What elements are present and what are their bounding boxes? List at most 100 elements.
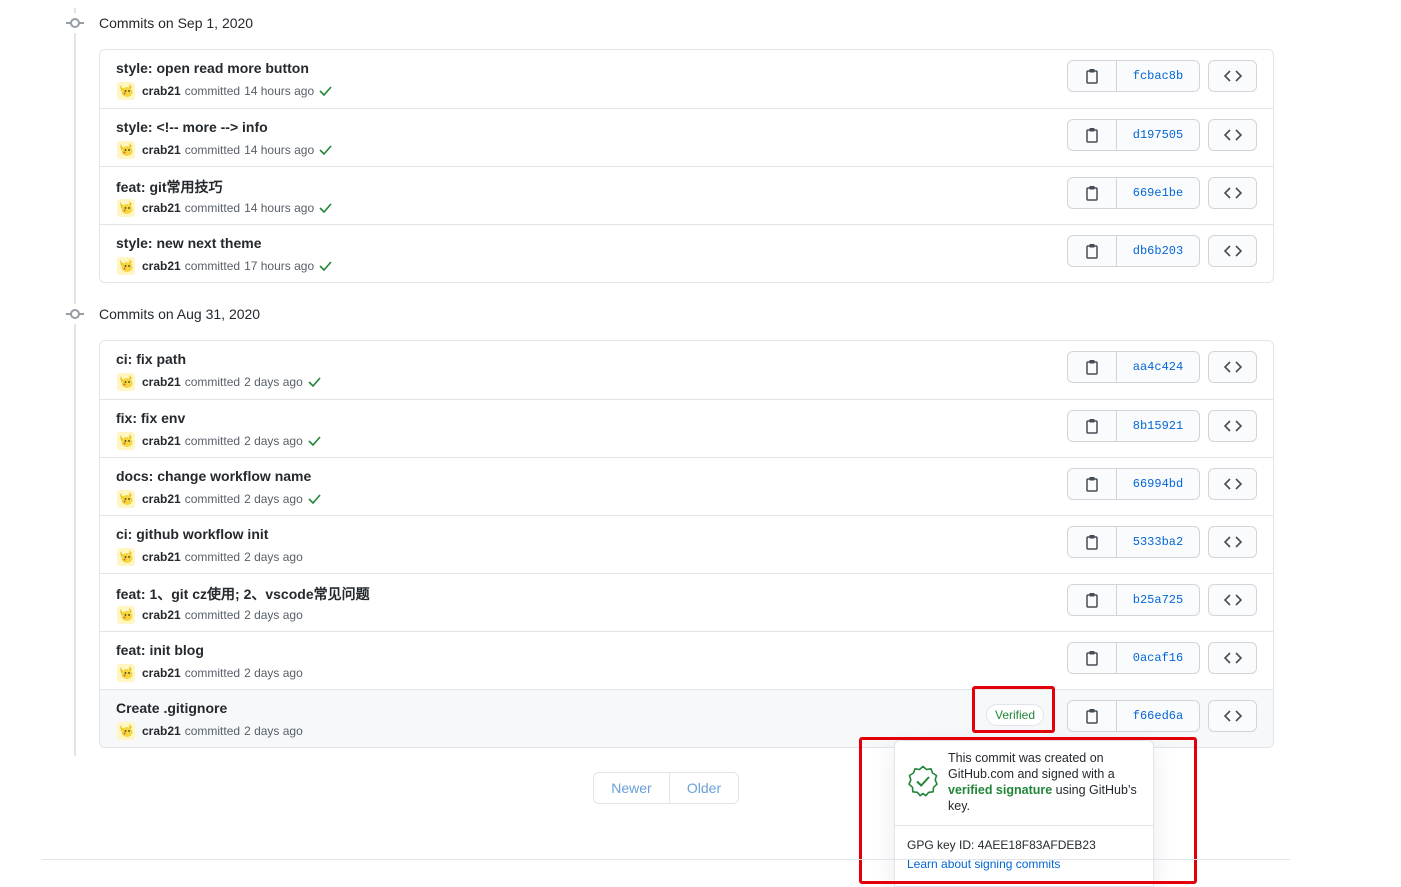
- browse-repo-button[interactable]: [1208, 235, 1257, 267]
- commit-author[interactable]: crab21: [142, 84, 181, 98]
- check-icon[interactable]: [308, 436, 321, 446]
- copy-sha-button[interactable]: [1068, 701, 1117, 731]
- copy-sha-button[interactable]: [1068, 643, 1117, 673]
- commit-author[interactable]: crab21: [142, 259, 181, 273]
- commit-title[interactable]: feat: init blog: [116, 642, 204, 658]
- browse-repo-button[interactable]: [1208, 468, 1257, 500]
- commit-title[interactable]: fix: fix env: [116, 410, 185, 426]
- avatar[interactable]: [117, 606, 135, 624]
- commit-sha-group: 8b15921: [1067, 410, 1200, 442]
- check-icon[interactable]: [319, 86, 332, 96]
- code-icon: [1223, 652, 1242, 664]
- commit-action: committed: [184, 434, 241, 448]
- code-icon: [1223, 187, 1242, 199]
- commit-title[interactable]: feat: 1、git cz使用; 2、vscode常见问题: [116, 584, 370, 604]
- avatar[interactable]: [117, 257, 135, 275]
- avatar[interactable]: [117, 199, 135, 217]
- commit-group-title: Commits on Aug 31, 2020: [99, 306, 261, 322]
- avatar[interactable]: [117, 373, 135, 391]
- newer-button[interactable]: Newer: [594, 773, 670, 803]
- code-icon: [1223, 536, 1242, 548]
- browse-repo-button[interactable]: [1208, 642, 1257, 674]
- code-icon: [1223, 478, 1242, 490]
- commit-author[interactable]: crab21: [142, 724, 181, 738]
- commit-group-title: Commits on Sep 1, 2020: [99, 15, 254, 31]
- browse-repo-button[interactable]: [1208, 700, 1257, 732]
- commit-title[interactable]: style: open read more button: [116, 60, 309, 76]
- commit-title[interactable]: style: new next theme: [116, 235, 262, 251]
- check-icon[interactable]: [319, 145, 332, 155]
- code-icon: [1223, 361, 1242, 373]
- copy-sha-button[interactable]: [1068, 120, 1117, 150]
- browse-repo-button[interactable]: [1208, 177, 1257, 209]
- check-icon[interactable]: [319, 203, 332, 213]
- commit-sha-link[interactable]: db6b203: [1117, 236, 1199, 266]
- commit-sha-link[interactable]: 8b15921: [1117, 411, 1199, 441]
- copy-sha-button[interactable]: [1068, 411, 1117, 441]
- copy-sha-button[interactable]: [1068, 178, 1117, 208]
- commit-sha-link[interactable]: 5333ba2: [1117, 527, 1199, 557]
- commit-sha-link[interactable]: 66994bd: [1117, 469, 1199, 499]
- pagination: Newer Older: [593, 772, 739, 804]
- commit-title[interactable]: docs: change workflow name: [116, 468, 311, 484]
- avatar[interactable]: [117, 722, 135, 740]
- commit-sha-link[interactable]: f66ed6a: [1117, 701, 1199, 731]
- commit-author[interactable]: crab21: [142, 666, 181, 680]
- browse-repo-button[interactable]: [1208, 584, 1257, 616]
- commit-sha-group: fcbac8b: [1067, 60, 1200, 92]
- commit-title[interactable]: Create .gitignore: [116, 700, 227, 716]
- check-icon[interactable]: [319, 261, 332, 271]
- commit-meta: crab21 committed 17 hours ago: [117, 257, 332, 275]
- commit-author[interactable]: crab21: [142, 550, 181, 564]
- commit-action: committed: [184, 608, 241, 622]
- browse-repo-button[interactable]: [1208, 410, 1257, 442]
- commit-title[interactable]: style: <!-- more --> info: [116, 119, 268, 135]
- clipboard-icon: [1086, 709, 1098, 724]
- browse-repo-button[interactable]: [1208, 526, 1257, 558]
- copy-sha-button[interactable]: [1068, 61, 1117, 91]
- avatar[interactable]: [117, 141, 135, 159]
- commit-time: 14 hours ago: [244, 84, 315, 98]
- commit-time: 2 days ago: [244, 608, 303, 622]
- check-icon[interactable]: [308, 377, 321, 387]
- avatar[interactable]: [117, 82, 135, 100]
- browse-repo-button[interactable]: [1208, 351, 1257, 383]
- commit-author[interactable]: crab21: [142, 201, 181, 215]
- avatar[interactable]: [117, 664, 135, 682]
- commit-sha-link[interactable]: fcbac8b: [1117, 61, 1199, 91]
- commit-sha-link[interactable]: d197505: [1117, 120, 1199, 150]
- commit-author[interactable]: crab21: [142, 608, 181, 622]
- commit-author[interactable]: crab21: [142, 492, 181, 506]
- commit-author[interactable]: crab21: [142, 143, 181, 157]
- commit-author[interactable]: crab21: [142, 434, 181, 448]
- commit-row: style: <!-- more --> info crab21 committ…: [100, 108, 1273, 166]
- commit-row: fix: fix env crab21 committed 2 days ago: [100, 399, 1273, 457]
- browse-repo-button[interactable]: [1208, 119, 1257, 151]
- commit-action: committed: [184, 143, 241, 157]
- copy-sha-button[interactable]: [1068, 236, 1117, 266]
- commit-action: committed: [184, 492, 241, 506]
- commit-title[interactable]: ci: fix path: [116, 351, 186, 367]
- copy-sha-button[interactable]: [1068, 527, 1117, 557]
- commit-title[interactable]: feat: git常用技巧: [116, 177, 223, 197]
- commit-action: committed: [184, 201, 241, 215]
- avatar[interactable]: [117, 548, 135, 566]
- copy-sha-button[interactable]: [1068, 352, 1117, 382]
- check-icon[interactable]: [308, 494, 321, 504]
- annotation-box-verified: [972, 686, 1055, 733]
- commit-sha-link[interactable]: b25a725: [1117, 585, 1199, 615]
- copy-sha-button[interactable]: [1068, 469, 1117, 499]
- avatar[interactable]: [117, 432, 135, 450]
- avatar[interactable]: [117, 490, 135, 508]
- commit-sha-link[interactable]: 0acaf16: [1117, 643, 1199, 673]
- older-button[interactable]: Older: [670, 773, 738, 803]
- copy-sha-button[interactable]: [1068, 585, 1117, 615]
- commit-author[interactable]: crab21: [142, 375, 181, 389]
- commit-meta: crab21 committed 2 days ago: [117, 606, 303, 624]
- browse-repo-button[interactable]: [1208, 60, 1257, 92]
- commit-title[interactable]: ci: github workflow init: [116, 526, 268, 542]
- commit-row: ci: fix path crab21 committed 2 days ago: [100, 341, 1273, 399]
- commit-sha-link[interactable]: aa4c424: [1117, 352, 1199, 382]
- commit-sha-link[interactable]: 669e1be: [1117, 178, 1199, 208]
- commit-time: 17 hours ago: [244, 259, 315, 273]
